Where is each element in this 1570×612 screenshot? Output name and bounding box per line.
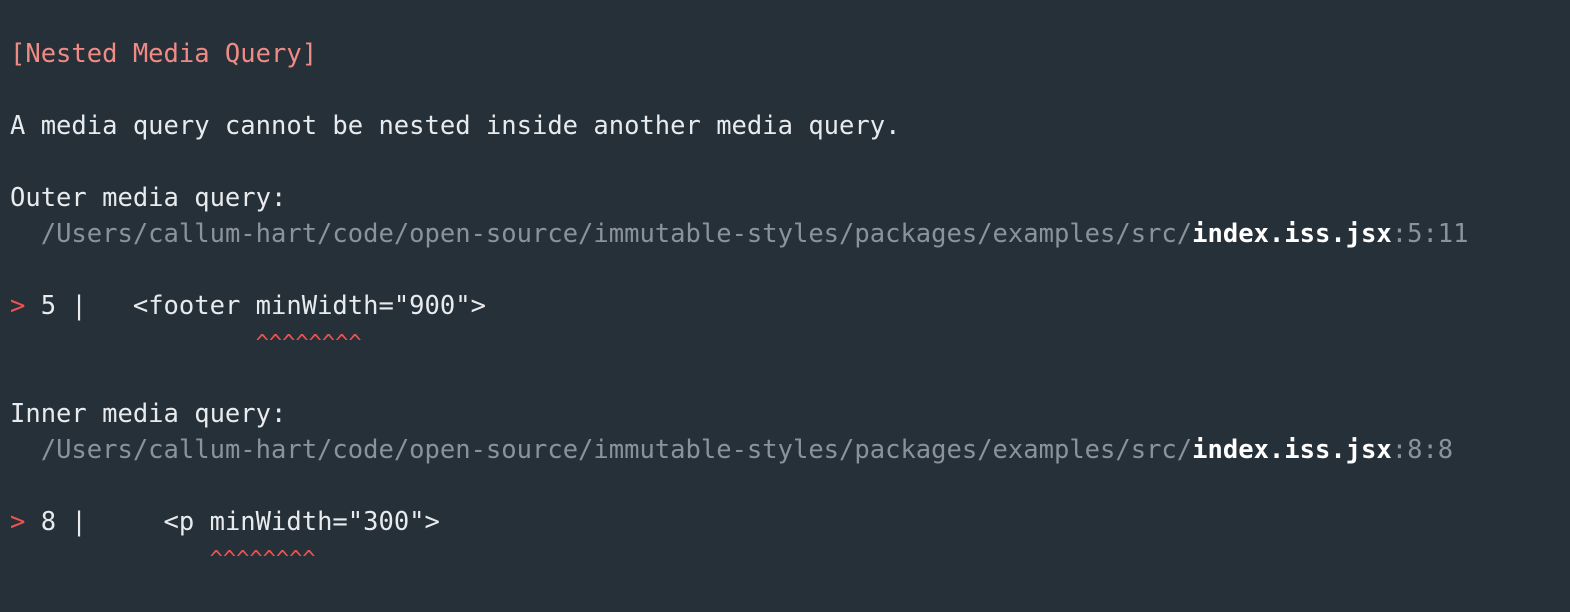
outer-line-number: 5 | [25,291,87,321]
inner-file-location: /Users/callum-hart/code/open-source/immu… [10,432,1453,468]
outer-media-query-label: Outer media query: [10,183,287,213]
inner-path-directory: /Users/callum-hart/code/open-source/immu… [40,435,1193,465]
outer-path-directory: /Users/callum-hart/code/open-source/immu… [40,219,1193,249]
error-message: A media query cannot be nested inside an… [10,111,901,141]
outer-code-frame-line: > 5 | <footer minWidth="900"> [10,288,486,324]
inner-line-column: :8:8 [1391,435,1454,465]
inner-media-query-label: Inner media query: [10,399,287,429]
inner-caret-highlight: ^^^^^^^^ [209,547,316,572]
outer-caret-line: ^^^^^^^^ [10,324,362,360]
outer-caret-highlight: ^^^^^^^^ [255,331,362,356]
inner-caret-line: ^^^^^^^^ [10,540,316,576]
inner-code-text: <p minWidth="300"> [86,507,440,537]
inner-error-marker: > [10,507,26,537]
inner-path-indent [10,435,41,465]
outer-code-text: <footer minWidth="900"> [86,291,486,321]
inner-file-name: index.iss.jsx [1192,435,1392,465]
outer-path-indent [10,219,41,249]
error-title: [Nested Media Query] [10,39,318,69]
inner-line-number: 8 | [25,507,87,537]
outer-caret-indent [10,327,256,357]
outer-line-column: :5:11 [1391,219,1469,249]
outer-file-location: /Users/callum-hart/code/open-source/immu… [10,216,1469,252]
inner-code-frame-line: > 8 | <p minWidth="300"> [10,504,440,540]
outer-file-name: index.iss.jsx [1192,219,1392,249]
outer-error-marker: > [10,291,26,321]
terminal-window: [Nested Media Query] A media query canno… [0,0,1570,612]
inner-caret-indent [10,543,210,573]
